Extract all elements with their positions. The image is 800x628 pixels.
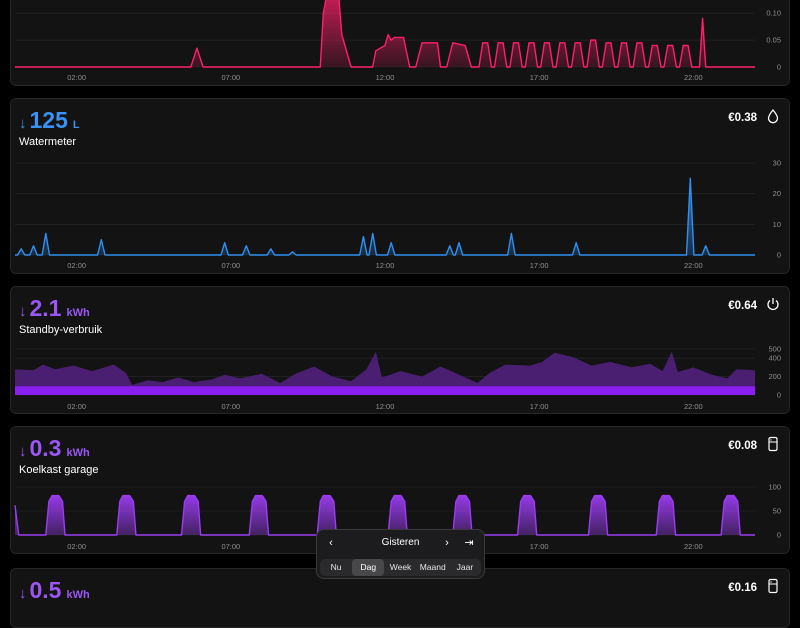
standby-chart: 500400 200 0 02:00 07:00 12:00 17:00 22:00	[15, 345, 781, 411]
tab-week[interactable]: Week	[384, 559, 416, 576]
x-tick-label: 02:00	[67, 402, 86, 411]
water-series-area	[15, 178, 755, 255]
standby-base-area	[15, 386, 755, 395]
x-tick-label: 12:00	[376, 261, 395, 270]
period-selector: ‹ Gisteren › ⇥ Nu Dag Week Maand Jaar	[316, 529, 485, 579]
x-tick-label: 12:00	[376, 73, 395, 82]
fridge-icon	[768, 578, 778, 594]
y-tick-label: 400	[768, 354, 781, 363]
y-tick-label: 0.10	[766, 9, 781, 18]
standby-card[interactable]: ↓ 2.1 kWh Standby-verbruik €0.64 500 400 2…	[10, 286, 790, 414]
x-tick-label: 02:00	[67, 73, 86, 82]
x-tick-label: 02:00	[67, 542, 86, 551]
y-tick-label: 100	[768, 483, 781, 492]
water-card[interactable]: ↓ 125 L Watermeter €0.38 30 20 10 0 02:00 07:…	[10, 98, 790, 274]
x-tick-label: 22:00	[684, 542, 703, 551]
latest-period-button[interactable]: ⇥	[462, 535, 476, 551]
y-tick-label: 0	[777, 63, 781, 72]
tab-nu[interactable]: Nu	[320, 559, 352, 576]
x-tick-label: 02:00	[67, 261, 86, 270]
y-tick-label: 20	[773, 189, 781, 198]
x-tick-label: 22:00	[684, 261, 703, 270]
water-series-line	[15, 177, 755, 256]
period-tabs: Nu Dag Week Maand Jaar	[320, 559, 481, 576]
y-tick-label: 10	[773, 220, 781, 229]
y-tick-label: 500	[768, 345, 781, 354]
water-cost: €0.38	[728, 112, 757, 124]
water-drop-icon	[767, 108, 779, 124]
top-chart: 0.10 0.05 0 02:00 07:00 12:00 17:00 22:00	[15, 0, 781, 82]
x-tick-label: 22:00	[684, 73, 703, 82]
y-tick-label: 0	[777, 391, 781, 400]
fridge-title: Koelkast garage	[19, 464, 99, 476]
x-tick-label: 17:00	[530, 73, 549, 82]
y-tick-label: 0	[777, 531, 781, 540]
tab-maand[interactable]: Maand	[417, 559, 449, 576]
water-chart: 30 20 10 0 02:00 07:00 12:00 17:00 22:00	[15, 159, 781, 270]
standby-title: Standby-verbruik	[19, 324, 103, 336]
tab-jaar[interactable]: Jaar	[449, 559, 481, 576]
standby-cost: €0.64	[728, 300, 757, 312]
y-tick-label: 50	[773, 507, 781, 516]
energy-card-top[interactable]: 0.10 0.05 0 02:00 07:00 12:00 17:00 22:00	[10, 0, 790, 86]
x-tick-label: 17:00	[530, 542, 549, 551]
down-arrow-icon: ↓	[19, 115, 27, 132]
x-tick-label: 17:00	[530, 261, 549, 270]
y-tick-label: 0	[777, 251, 781, 260]
power-icon	[767, 298, 779, 311]
period-label: Gisteren	[381, 537, 420, 548]
y-tick-label: 200	[768, 372, 781, 381]
water-title: Watermeter	[19, 136, 77, 148]
y-tick-label: 30	[773, 159, 781, 168]
x-tick-label: 07:00	[221, 261, 240, 270]
down-arrow-icon: ↓	[19, 585, 27, 602]
down-arrow-icon: ↓	[19, 443, 27, 460]
x-tick-label: 07:00	[221, 402, 240, 411]
x-tick-label: 07:00	[221, 542, 240, 551]
fridge-icon	[768, 436, 778, 452]
down-arrow-icon: ↓	[19, 303, 27, 320]
x-tick-label: 17:00	[530, 402, 549, 411]
fridge-cost: €0.08	[728, 440, 757, 452]
standby-value: 2.1	[29, 295, 62, 321]
y-tick-label: 0.05	[766, 36, 781, 45]
fifth-cost: €0.16	[728, 582, 757, 594]
water-unit: L	[72, 119, 80, 131]
fifth-unit: kWh	[66, 589, 90, 601]
x-tick-label: 07:00	[221, 73, 240, 82]
x-tick-label: 12:00	[376, 402, 395, 411]
x-tick-label: 22:00	[684, 402, 703, 411]
fridge-unit: kWh	[66, 447, 90, 459]
water-value: 125	[29, 107, 68, 133]
fridge-value: 0.3	[29, 435, 62, 461]
tab-dag[interactable]: Dag	[352, 559, 385, 576]
next-period-button[interactable]: ›	[440, 535, 454, 551]
standby-unit: kWh	[66, 307, 90, 319]
